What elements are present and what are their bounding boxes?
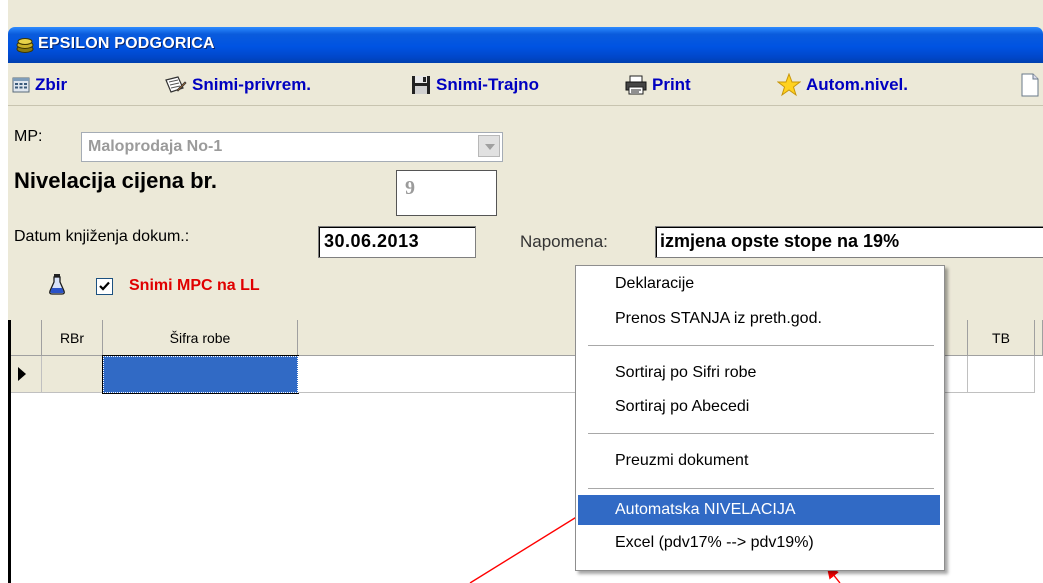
- menu-separator: [588, 433, 934, 435]
- context-menu: Deklaracije Prenos STANJA iz preth.god. …: [575, 265, 945, 571]
- menu-item-preuzmi-dokument[interactable]: Preuzmi dokument: [578, 446, 940, 476]
- menu-item-sortiraj-abeceda[interactable]: Sortiraj po Abecedi: [578, 392, 940, 422]
- menu-separator: [588, 488, 934, 490]
- menu-item-automatska-nivelacija[interactable]: Automatska NIVELACIJA: [578, 495, 940, 525]
- arrow-to-nivelacija: [469, 506, 593, 583]
- menu-separator: [588, 345, 934, 347]
- menu-item-excel-pdv[interactable]: Excel (pdv17% --> pdv19%): [578, 528, 940, 558]
- menu-item-prenos-stanja[interactable]: Prenos STANJA iz preth.god.: [578, 304, 940, 334]
- menu-item-deklaracije[interactable]: Deklaracije: [578, 269, 940, 299]
- menu-item-sortiraj-sifra[interactable]: Sortiraj po Sifri robe: [578, 358, 940, 388]
